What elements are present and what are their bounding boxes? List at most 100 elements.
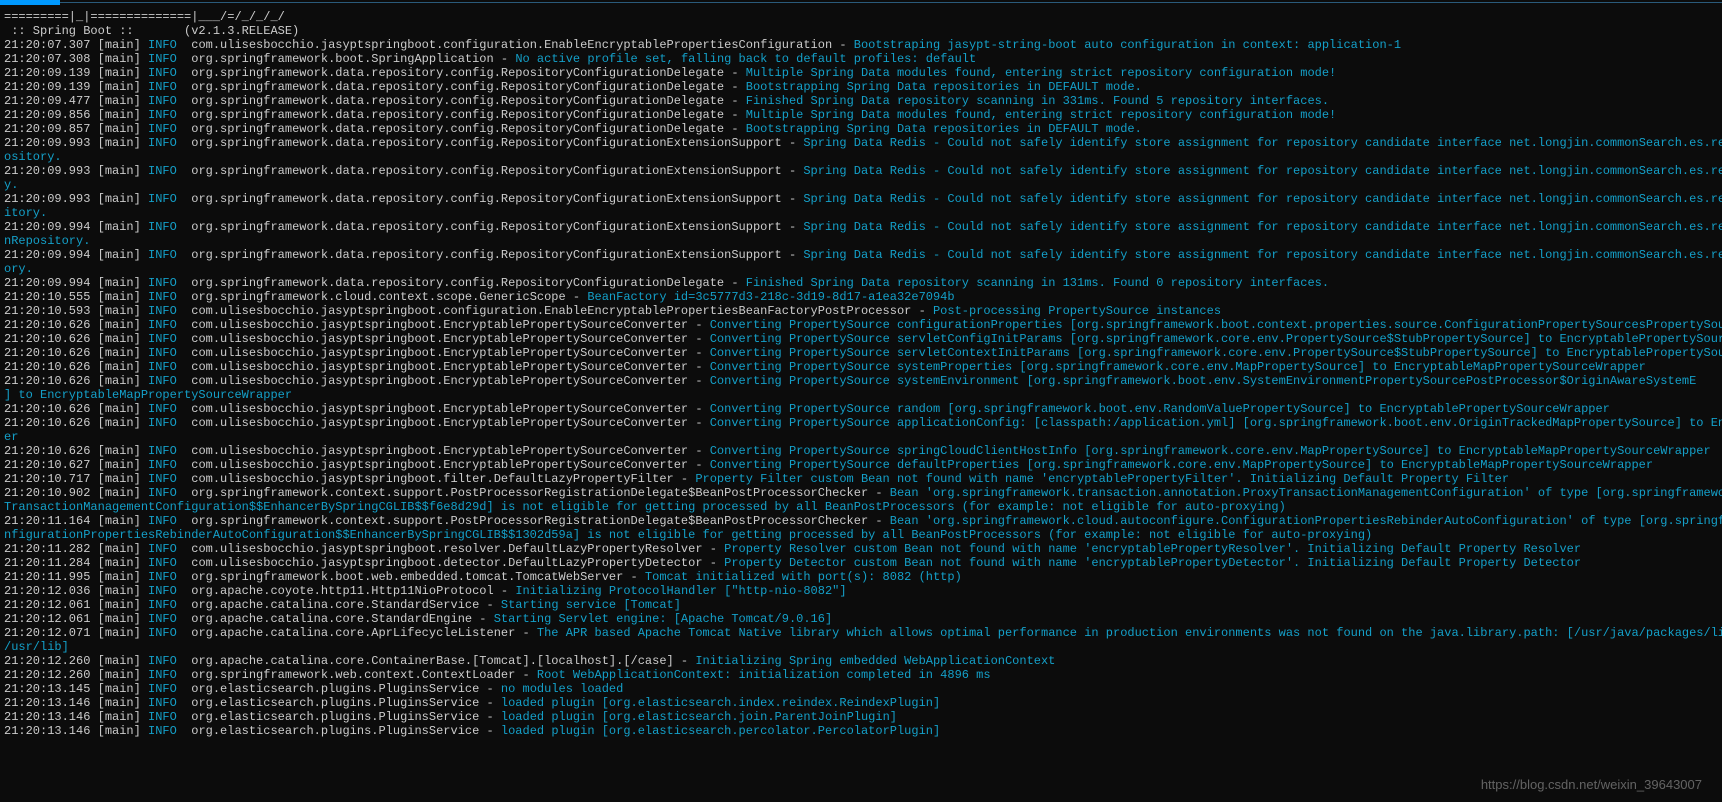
log-message: Converting PropertySource configurationP… bbox=[710, 318, 1722, 332]
log-message: The APR based Apache Tomcat Native libra… bbox=[537, 626, 1722, 640]
timestamp: 21:20:09.993 [main] bbox=[4, 136, 148, 150]
log-line: 21:20:12.061 [main] INFO org.apache.cata… bbox=[4, 612, 1722, 626]
logger-class: org.springframework.data.repository.conf… bbox=[177, 192, 804, 206]
log-message: Tomcat initialized with port(s): 8082 (h… bbox=[645, 570, 962, 584]
logger-class: com.ulisesbocchio.jasyptspringboot.Encry… bbox=[177, 318, 710, 332]
log-level: INFO bbox=[148, 38, 177, 52]
logger-class: com.ulisesbocchio.jasyptspringboot.Encry… bbox=[177, 416, 710, 430]
log-message: Converting PropertySource systemEnvironm… bbox=[710, 374, 1697, 388]
log-line: 21:20:09.994 [main] INFO org.springframe… bbox=[4, 276, 1722, 290]
logger-class: org.elasticsearch.plugins.PluginsService… bbox=[177, 696, 501, 710]
log-wrap: nfigurationPropertiesRebinderAutoConfigu… bbox=[4, 528, 1722, 542]
timestamp: 21:20:12.260 [main] bbox=[4, 668, 148, 682]
log-wrap: /usr/lib] bbox=[4, 640, 1722, 654]
logger-class: com.ulisesbocchio.jasyptspringboot.detec… bbox=[177, 556, 724, 570]
log-message: Converting PropertySource random [org.sp… bbox=[710, 402, 1610, 416]
log-line: 21:20:09.477 [main] INFO org.springframe… bbox=[4, 94, 1722, 108]
log-line: 21:20:10.626 [main] INFO com.ulisesbocch… bbox=[4, 444, 1722, 458]
logger-class: org.springframework.data.repository.conf… bbox=[177, 136, 804, 150]
log-line: 21:20:09.994 [main] INFO org.springframe… bbox=[4, 220, 1722, 234]
log-message: BeanFactory id=3c5777d3-218c-3d19-8d17-a… bbox=[587, 290, 954, 304]
log-level: INFO bbox=[148, 374, 177, 388]
log-message: No active profile set, falling back to d… bbox=[515, 52, 976, 66]
log-level: INFO bbox=[148, 514, 177, 528]
log-message: Multiple Spring Data modules found, ente… bbox=[746, 108, 1337, 122]
timestamp: 21:20:09.477 [main] bbox=[4, 94, 148, 108]
timestamp: 21:20:10.626 [main] bbox=[4, 346, 148, 360]
log-line: 21:20:09.856 [main] INFO org.springframe… bbox=[4, 108, 1722, 122]
logger-class: org.springframework.data.repository.conf… bbox=[177, 94, 746, 108]
log-line: 21:20:10.626 [main] INFO com.ulisesbocch… bbox=[4, 332, 1722, 346]
log-line: 21:20:10.626 [main] INFO com.ulisesbocch… bbox=[4, 318, 1722, 332]
log-line: 21:20:10.626 [main] INFO com.ulisesbocch… bbox=[4, 416, 1722, 430]
log-level: INFO bbox=[148, 94, 177, 108]
log-level: INFO bbox=[148, 248, 177, 262]
log-level: INFO bbox=[148, 556, 177, 570]
timestamp: 21:20:10.626 [main] bbox=[4, 360, 148, 374]
log-message: Initializing ProtocolHandler ["http-nio-… bbox=[515, 584, 846, 598]
log-wrap: itory. bbox=[4, 206, 1722, 220]
timestamp: 21:20:10.626 [main] bbox=[4, 332, 148, 346]
log-level: INFO bbox=[148, 416, 177, 430]
timestamp: 21:20:10.627 [main] bbox=[4, 458, 148, 472]
log-line: 21:20:09.993 [main] INFO org.springframe… bbox=[4, 136, 1722, 150]
timestamp: 21:20:11.284 [main] bbox=[4, 556, 148, 570]
timestamp: 21:20:09.994 [main] bbox=[4, 276, 148, 290]
logger-class: com.ulisesbocchio.jasyptspringboot.Encry… bbox=[177, 402, 710, 416]
log-level: INFO bbox=[148, 52, 177, 66]
log-line: 21:20:12.036 [main] INFO org.apache.coyo… bbox=[4, 584, 1722, 598]
timestamp: 21:20:13.146 [main] bbox=[4, 724, 148, 738]
log-level: INFO bbox=[148, 80, 177, 94]
log-message: Post-processing PropertySource instances bbox=[933, 304, 1221, 318]
timestamp: 21:20:13.146 [main] bbox=[4, 696, 148, 710]
log-level: INFO bbox=[148, 402, 177, 416]
log-level: INFO bbox=[148, 290, 177, 304]
log-line: 21:20:07.308 [main] INFO org.springframe… bbox=[4, 52, 1722, 66]
log-level: INFO bbox=[148, 164, 177, 178]
log-line: 21:20:12.071 [main] INFO org.apache.cata… bbox=[4, 626, 1722, 640]
log-line: 21:20:10.627 [main] INFO com.ulisesbocch… bbox=[4, 458, 1722, 472]
logger-class: org.springframework.data.repository.conf… bbox=[177, 220, 804, 234]
log-message: Property Resolver custom Bean not found … bbox=[724, 542, 1581, 556]
timestamp: 21:20:12.036 [main] bbox=[4, 584, 148, 598]
log-message: Root WebApplicationContext: initializati… bbox=[537, 668, 991, 682]
timestamp: 21:20:09.993 [main] bbox=[4, 192, 148, 206]
log-message: Spring Data Redis - Could not safely ide… bbox=[803, 136, 1722, 150]
log-level: INFO bbox=[148, 360, 177, 374]
logger-class: org.springframework.cloud.context.scope.… bbox=[177, 290, 587, 304]
logger-class: org.springframework.boot.web.embedded.to… bbox=[177, 570, 645, 584]
log-message: Spring Data Redis - Could not safely ide… bbox=[803, 192, 1722, 206]
log-message: Converting PropertySource defaultPropert… bbox=[710, 458, 1653, 472]
watermark-text: https://blog.csdn.net/weixin_39643007 bbox=[1481, 778, 1702, 792]
log-level: INFO bbox=[148, 346, 177, 360]
log-line: 21:20:12.260 [main] INFO org.springframe… bbox=[4, 668, 1722, 682]
log-wrap: ository. bbox=[4, 150, 1722, 164]
log-message: Converting PropertySource applicationCon… bbox=[710, 416, 1722, 430]
log-line: 21:20:11.282 [main] INFO com.ulisesbocch… bbox=[4, 542, 1722, 556]
log-message: Spring Data Redis - Could not safely ide… bbox=[803, 164, 1722, 178]
log-wrap: er bbox=[4, 430, 1722, 444]
logger-class: com.ulisesbocchio.jasyptspringboot.resol… bbox=[177, 542, 724, 556]
logger-class: org.springframework.data.repository.conf… bbox=[177, 66, 746, 80]
logger-class: com.ulisesbocchio.jasyptspringboot.Encry… bbox=[177, 332, 710, 346]
log-line: 21:20:10.902 [main] INFO org.springframe… bbox=[4, 486, 1722, 500]
log-level: INFO bbox=[148, 724, 177, 738]
log-wrap: ] to EncryptableMapPropertySourceWrapper bbox=[4, 388, 1722, 402]
timestamp: 21:20:12.071 [main] bbox=[4, 626, 148, 640]
log-message: loaded plugin [org.elasticsearch.join.Pa… bbox=[501, 710, 897, 724]
log-level: INFO bbox=[148, 472, 177, 486]
log-line: 21:20:11.284 [main] INFO com.ulisesbocch… bbox=[4, 556, 1722, 570]
console-output[interactable]: =========|_|==============|___/=/_/_/_/ … bbox=[4, 10, 1722, 738]
log-level: INFO bbox=[148, 192, 177, 206]
log-message: Initializing Spring embedded WebApplicat… bbox=[695, 654, 1055, 668]
logger-class: com.ulisesbocchio.jasyptspringboot.Encry… bbox=[177, 444, 710, 458]
timestamp: 21:20:10.626 [main] bbox=[4, 318, 148, 332]
logger-class: org.springframework.data.repository.conf… bbox=[177, 122, 746, 136]
log-line: 21:20:11.995 [main] INFO org.springframe… bbox=[4, 570, 1722, 584]
timestamp: 21:20:10.626 [main] bbox=[4, 402, 148, 416]
log-level: INFO bbox=[148, 276, 177, 290]
log-message: Bean 'org.springframework.transaction.an… bbox=[890, 486, 1722, 500]
log-level: INFO bbox=[148, 682, 177, 696]
timestamp: 21:20:11.164 [main] bbox=[4, 514, 148, 528]
log-level: INFO bbox=[148, 696, 177, 710]
